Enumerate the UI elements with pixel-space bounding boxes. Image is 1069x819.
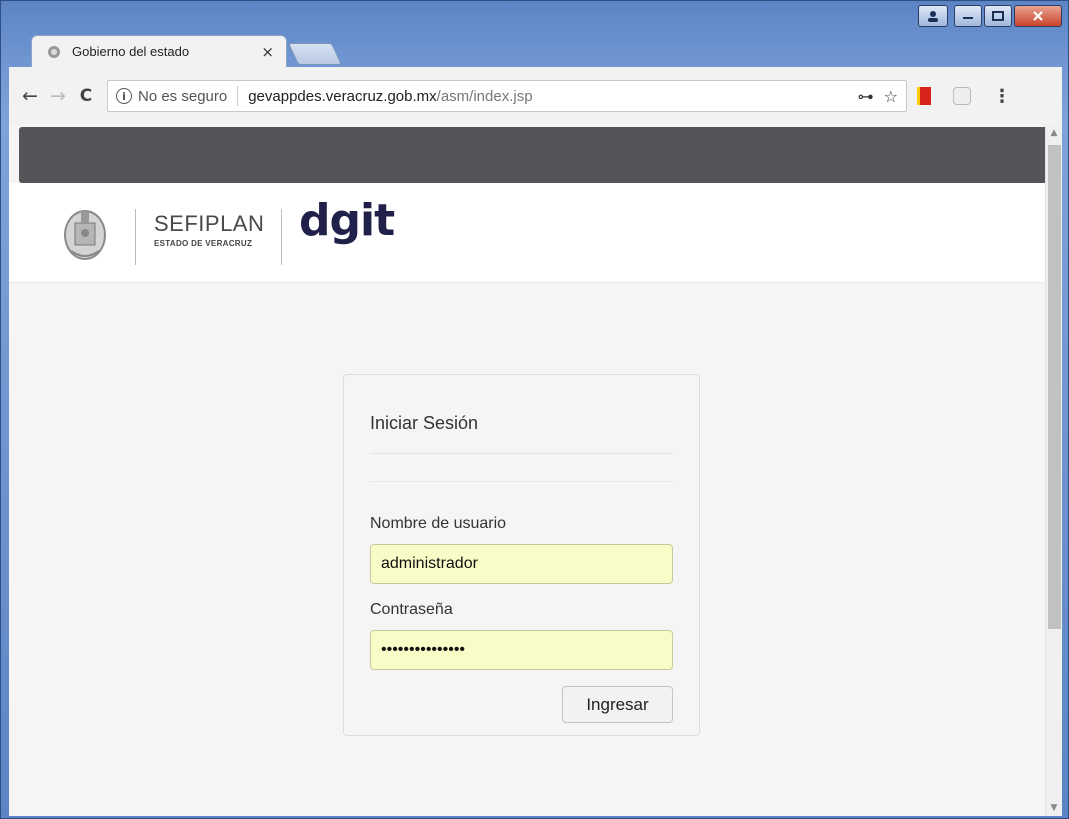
scroll-thumb[interactable] bbox=[1048, 145, 1061, 629]
menu-icon[interactable]: ⋮ bbox=[993, 86, 1011, 107]
bookmark-extension-icon[interactable] bbox=[917, 87, 931, 105]
password-label: Contraseña bbox=[370, 601, 453, 618]
browser-window: Gobierno del estado × ← → C i No es segu… bbox=[0, 0, 1069, 819]
password-field[interactable] bbox=[370, 630, 673, 670]
scroll-down-icon[interactable]: ▼ bbox=[1046, 800, 1062, 816]
page-viewport: SEFIPLAN ESTADO DE VERACRUZ dgit Iniciar… bbox=[9, 125, 1062, 816]
key-icon[interactable]: ⊶ bbox=[858, 87, 874, 106]
tab-title: Gobierno del estado bbox=[72, 44, 190, 59]
person-icon bbox=[928, 11, 938, 22]
maximize-icon bbox=[992, 11, 1004, 21]
star-icon[interactable]: ☆ bbox=[884, 87, 898, 106]
tab-strip: Gobierno del estado × bbox=[31, 35, 343, 67]
profile-button[interactable] bbox=[918, 5, 948, 27]
maximize-button[interactable] bbox=[984, 5, 1012, 27]
close-window-button[interactable] bbox=[1014, 5, 1062, 27]
extension-icon[interactable] bbox=[953, 87, 971, 105]
site-top-bar bbox=[19, 127, 1049, 183]
info-icon[interactable]: i bbox=[116, 88, 132, 104]
dgit-logo: dgit bbox=[299, 195, 395, 246]
form-divider bbox=[370, 481, 673, 482]
login-title: Iniciar Sesión bbox=[370, 413, 479, 433]
seal-icon bbox=[46, 44, 62, 60]
header-divider bbox=[135, 209, 136, 265]
username-field[interactable] bbox=[370, 544, 673, 584]
window-controls bbox=[918, 5, 1062, 27]
title-divider bbox=[370, 453, 673, 454]
scroll-up-icon[interactable]: ▲ bbox=[1046, 125, 1062, 141]
page-scrollbar[interactable]: ▲ ▼ bbox=[1045, 125, 1062, 816]
back-arrow-icon[interactable]: ← bbox=[17, 83, 43, 109]
minimize-button[interactable] bbox=[954, 5, 982, 27]
minimize-icon bbox=[963, 17, 973, 19]
web-page: SEFIPLAN ESTADO DE VERACRUZ dgit Iniciar… bbox=[9, 125, 1049, 816]
login-submit-button[interactable]: Ingresar bbox=[562, 686, 673, 723]
username-label: Nombre de usuario bbox=[370, 515, 507, 532]
browser-toolbar: ← → C i No es seguro gevappdes.veracruz.… bbox=[9, 67, 1062, 125]
security-label[interactable]: No es seguro bbox=[138, 88, 227, 105]
url-host[interactable]: gevappdes.veracruz.gob.mx bbox=[248, 88, 436, 105]
url-path[interactable]: /asm/index.jsp bbox=[437, 88, 533, 105]
org-subtitle: ESTADO DE VERACRUZ bbox=[154, 239, 253, 248]
tab-active[interactable]: Gobierno del estado × bbox=[31, 35, 287, 67]
tab-close-icon[interactable]: × bbox=[261, 43, 274, 61]
org-name: SEFIPLAN bbox=[154, 211, 265, 236]
close-icon bbox=[1033, 11, 1043, 21]
reload-icon[interactable]: C bbox=[73, 83, 99, 109]
new-tab-button[interactable] bbox=[287, 43, 343, 65]
forward-arrow-icon[interactable]: → bbox=[45, 83, 71, 109]
header-divider bbox=[281, 209, 282, 265]
sefiplan-logo: SEFIPLAN ESTADO DE VERACRUZ bbox=[154, 211, 264, 248]
address-bar[interactable]: i No es seguro gevappdes.veracruz.gob.mx… bbox=[107, 80, 907, 112]
site-header: SEFIPLAN ESTADO DE VERACRUZ dgit bbox=[9, 183, 1045, 283]
login-panel: Iniciar Sesión Nombre de usuario Contras… bbox=[343, 374, 700, 736]
veracruz-seal-icon bbox=[64, 210, 106, 260]
omnibox-separator bbox=[237, 86, 239, 106]
